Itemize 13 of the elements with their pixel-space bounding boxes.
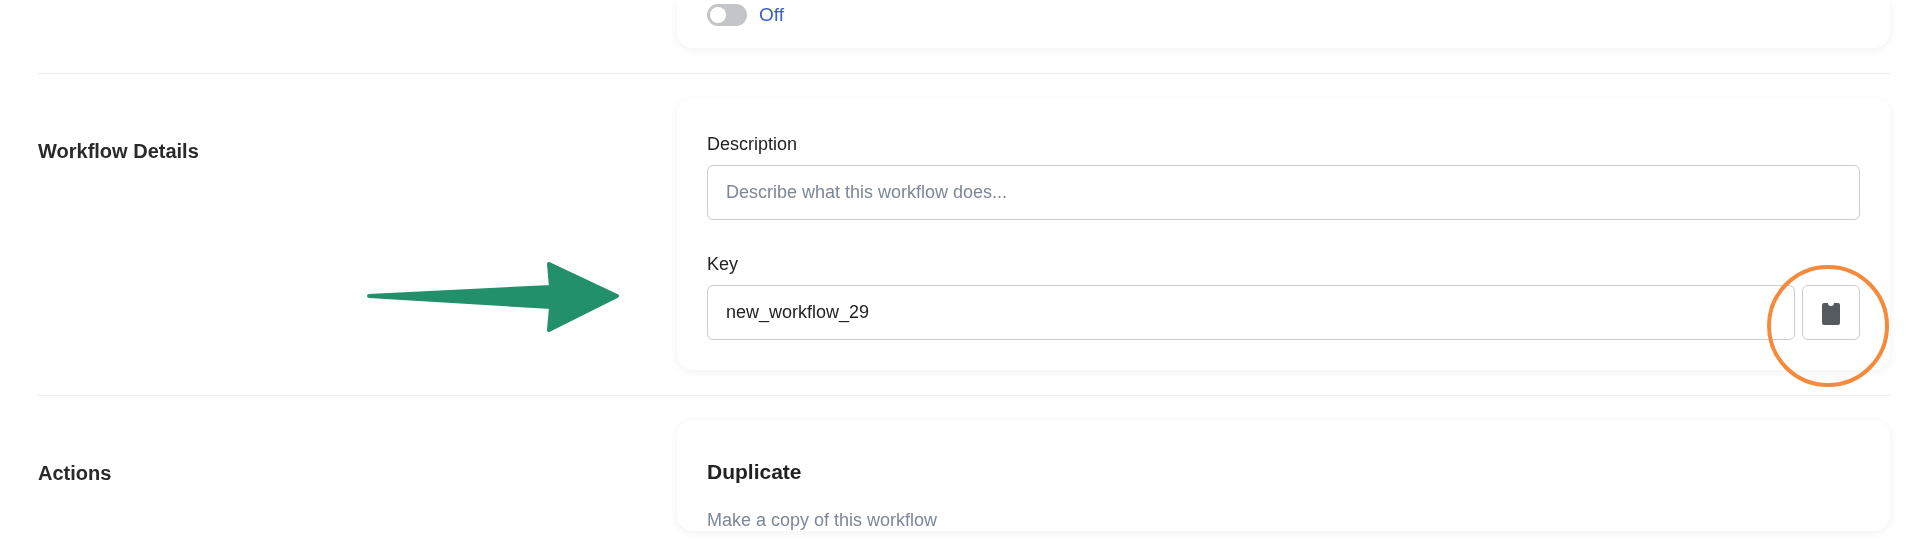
description-field[interactable]: Describe what this workflow does... xyxy=(707,165,1860,220)
section-title: Workflow Details xyxy=(38,139,200,163)
field-label: Description xyxy=(707,134,799,155)
toggle-label: Off xyxy=(759,4,784,26)
copy-button[interactable] xyxy=(1802,285,1860,340)
arrow-icon xyxy=(365,262,619,332)
section-title: Actions xyxy=(38,461,113,485)
toggle-switch[interactable] xyxy=(707,4,747,26)
clipboard-icon xyxy=(1822,300,1840,325)
field-label: Key xyxy=(707,254,740,275)
action-description: Make a copy of this workflow xyxy=(707,510,939,531)
key-field[interactable]: new_workflow_29 xyxy=(707,285,1795,340)
action-heading: Duplicate xyxy=(707,460,803,484)
